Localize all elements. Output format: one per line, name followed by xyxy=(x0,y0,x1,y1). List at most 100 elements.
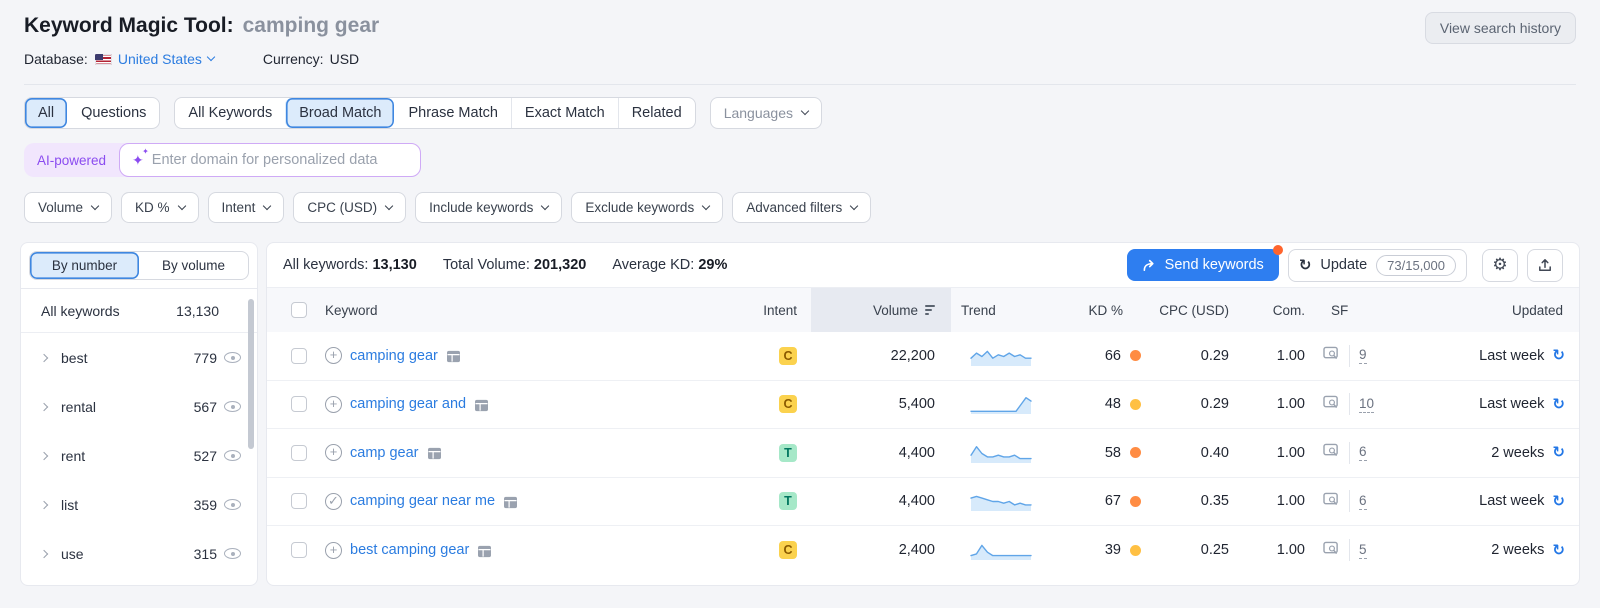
stat-value: 201,320 xyxy=(534,257,586,273)
serp-preview-icon[interactable] xyxy=(1323,346,1340,365)
col-sf[interactable]: SF xyxy=(1309,303,1421,318)
settings-button[interactable]: ⚙ xyxy=(1482,249,1518,282)
col-updated[interactable]: Updated xyxy=(1421,303,1579,318)
eye-icon[interactable] xyxy=(224,499,241,510)
trend-sparkline xyxy=(970,345,1032,367)
serp-features-icon[interactable] xyxy=(503,496,518,509)
eye-icon[interactable] xyxy=(224,450,241,461)
col-keyword[interactable]: Keyword xyxy=(313,303,731,318)
add-keyword-icon[interactable]: + xyxy=(325,542,342,559)
currency-label: Currency: xyxy=(263,51,324,67)
tab-broad-match[interactable]: Broad Match xyxy=(285,98,394,128)
languages-dropdown[interactable]: Languages xyxy=(710,97,822,129)
col-kd[interactable]: KD % xyxy=(1051,303,1147,318)
row-checkbox[interactable] xyxy=(291,445,307,461)
database-selector[interactable]: United States xyxy=(95,51,214,67)
refresh-icon[interactable]: ↻ xyxy=(1552,494,1565,509)
include-keywords-filter[interactable]: Include keywords xyxy=(415,192,562,223)
intent-badge[interactable]: C xyxy=(779,395,797,413)
divider xyxy=(1349,490,1350,512)
added-keyword-icon[interactable]: ✓ xyxy=(325,493,342,510)
tab-related[interactable]: Related xyxy=(618,98,695,128)
export-button[interactable] xyxy=(1527,249,1563,282)
keyword-link[interactable]: camp gear xyxy=(350,445,419,461)
col-com[interactable]: Com. xyxy=(1239,303,1309,318)
sort-by-number-toggle[interactable]: By number xyxy=(30,252,139,279)
serp-preview-icon[interactable] xyxy=(1323,492,1340,511)
keyword-link[interactable]: best camping gear xyxy=(350,542,469,558)
com-value: 1.00 xyxy=(1239,348,1309,364)
col-cpc[interactable]: CPC (USD) xyxy=(1147,303,1239,318)
send-keywords-button[interactable]: Send keywords xyxy=(1127,249,1279,281)
refresh-icon[interactable]: ↻ xyxy=(1552,348,1565,363)
sf-count[interactable]: 6 xyxy=(1359,444,1367,461)
stat-label: Average KD: xyxy=(612,257,694,273)
refresh-icon[interactable]: ↻ xyxy=(1552,445,1565,460)
stat-label: Total Volume: xyxy=(443,257,530,273)
add-keyword-icon[interactable]: + xyxy=(325,396,342,413)
sf-count[interactable]: 10 xyxy=(1359,396,1374,413)
row-checkbox[interactable] xyxy=(291,348,307,364)
serp-features-icon[interactable] xyxy=(427,447,442,460)
intent-badge[interactable]: T xyxy=(779,444,797,462)
intent-badge[interactable]: T xyxy=(779,492,797,510)
sf-count[interactable]: 5 xyxy=(1359,542,1367,559)
view-search-history-button[interactable]: View search history xyxy=(1425,12,1576,44)
sidebar-scrollbar[interactable] xyxy=(248,299,254,449)
serp-features-icon[interactable] xyxy=(474,399,489,412)
exclude-keywords-filter[interactable]: Exclude keywords xyxy=(571,192,723,223)
tab-all-keywords[interactable]: All Keywords xyxy=(175,98,285,128)
update-button[interactable]: ↻ Update 73/15,000 xyxy=(1288,249,1467,282)
keyword-link[interactable]: camping gear xyxy=(350,348,438,364)
col-volume[interactable]: Volume xyxy=(811,288,951,332)
sidebar-item-rent[interactable]: rent 527 xyxy=(21,431,257,480)
sidebar-item-list[interactable]: list 359 xyxy=(21,480,257,529)
sidebar-item-use[interactable]: use 315 xyxy=(21,529,257,578)
group-count: 315 xyxy=(194,546,217,562)
serp-preview-icon[interactable] xyxy=(1323,541,1340,560)
sidebar-all-keywords-row[interactable]: All keywords 13,130 xyxy=(21,289,257,333)
volume-value: 2,400 xyxy=(811,542,951,558)
tab-all[interactable]: All xyxy=(25,98,67,128)
col-trend[interactable]: Trend xyxy=(951,303,1051,318)
eye-icon[interactable] xyxy=(224,548,241,559)
add-keyword-icon[interactable]: + xyxy=(325,347,342,364)
row-checkbox[interactable] xyxy=(291,542,307,558)
eye-icon[interactable] xyxy=(224,352,241,363)
chevron-right-icon xyxy=(40,353,48,361)
serp-preview-icon[interactable] xyxy=(1323,443,1340,462)
domain-input[interactable] xyxy=(152,152,392,168)
row-checkbox[interactable] xyxy=(291,493,307,509)
serp-preview-icon[interactable] xyxy=(1323,395,1340,414)
tab-exact-match[interactable]: Exact Match xyxy=(511,98,618,128)
select-all-checkbox[interactable] xyxy=(291,302,307,318)
domain-input-box[interactable]: ✦✦ xyxy=(119,143,421,177)
sidebar-item-best[interactable]: best 779 xyxy=(21,333,257,382)
col-intent[interactable]: Intent xyxy=(731,303,811,318)
sf-count[interactable]: 9 xyxy=(1359,347,1367,364)
serp-features-icon[interactable] xyxy=(477,545,492,558)
row-checkbox[interactable] xyxy=(291,396,307,412)
tab-questions[interactable]: Questions xyxy=(67,98,159,128)
advanced-filters[interactable]: Advanced filters xyxy=(732,192,871,223)
serp-features-icon[interactable] xyxy=(446,350,461,363)
kd-filter[interactable]: KD % xyxy=(121,192,199,223)
keyword-link[interactable]: camping gear near me xyxy=(350,493,495,509)
volume-filter[interactable]: Volume xyxy=(24,192,112,223)
ai-powered-badge: AI-powered xyxy=(24,153,119,168)
eye-icon[interactable] xyxy=(224,401,241,412)
add-keyword-icon[interactable]: + xyxy=(325,444,342,461)
intent-filter[interactable]: Intent xyxy=(208,192,285,223)
chevron-down-icon xyxy=(801,107,809,115)
sort-by-volume-toggle[interactable]: By volume xyxy=(139,252,248,279)
sidebar-item-rental[interactable]: rental 567 xyxy=(21,382,257,431)
chevron-down-icon xyxy=(177,201,185,209)
tab-phrase-match[interactable]: Phrase Match xyxy=(394,98,510,128)
keyword-link[interactable]: camping gear and xyxy=(350,396,466,412)
refresh-icon[interactable]: ↻ xyxy=(1552,397,1565,412)
intent-badge[interactable]: C xyxy=(779,347,797,365)
intent-badge[interactable]: C xyxy=(779,541,797,559)
refresh-icon[interactable]: ↻ xyxy=(1552,543,1565,558)
cpc-filter[interactable]: CPC (USD) xyxy=(293,192,406,223)
sf-count[interactable]: 6 xyxy=(1359,493,1367,510)
